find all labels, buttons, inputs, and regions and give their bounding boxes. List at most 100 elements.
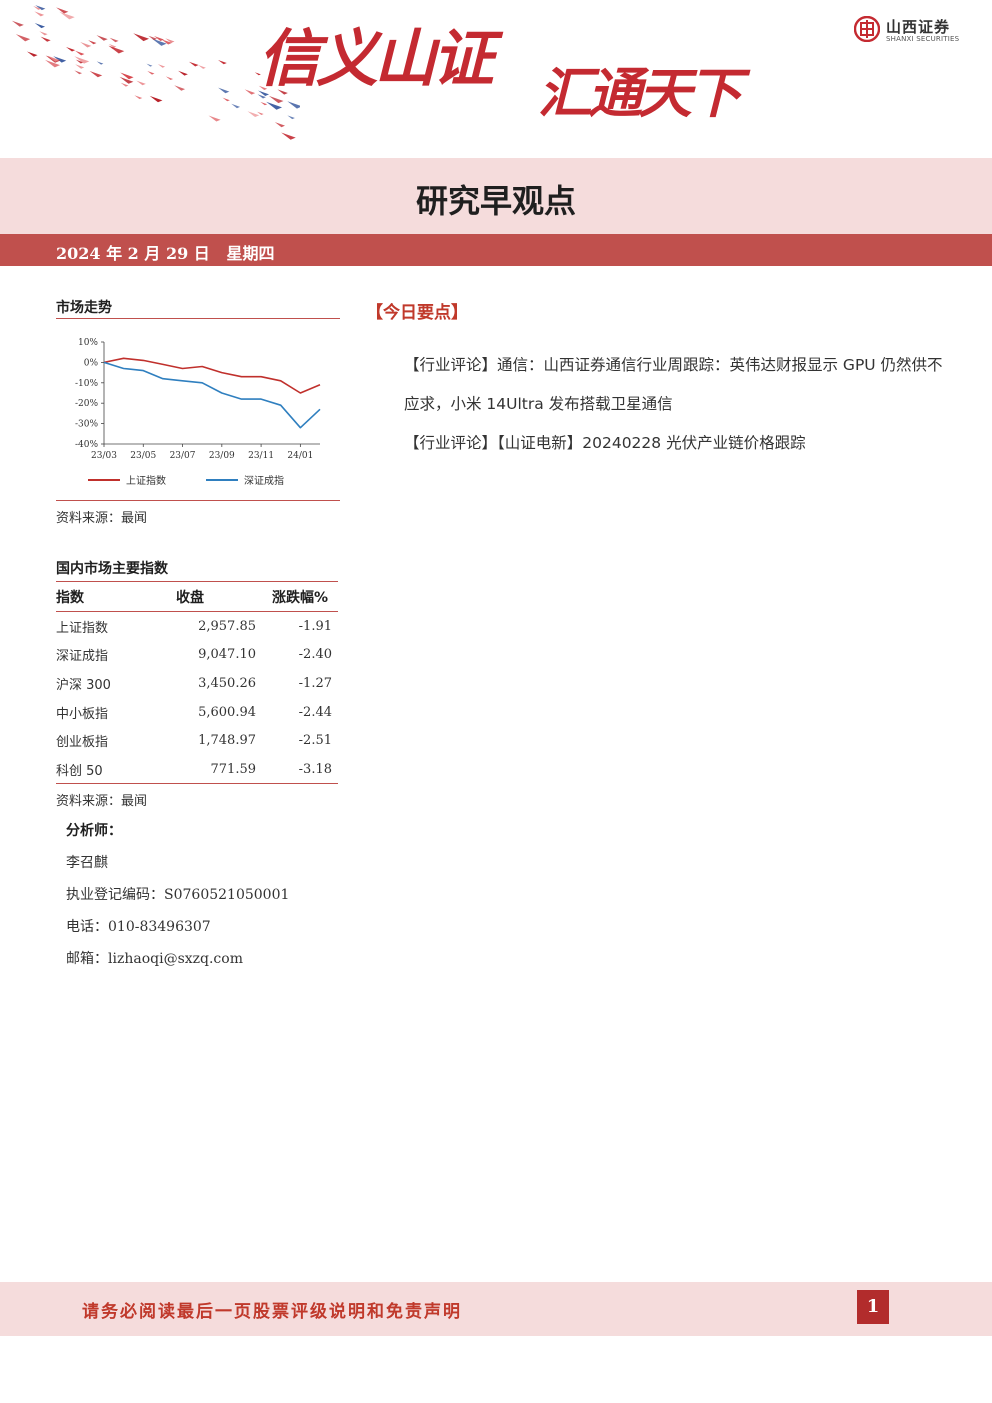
flying-birds-decoration (11, 5, 300, 140)
divider (56, 581, 338, 582)
chart-legend: 上证指数 深证成指 (88, 474, 284, 487)
bird-shape (26, 51, 38, 57)
index-name: 中小板指 (56, 706, 109, 722)
x-tick-label: 23/11 (248, 451, 274, 461)
highlight-link[interactable]: 【行业评论】通信：山西证券通信行业周跟踪：英伟达财报显示 GPU 仍然供不应求，… (404, 356, 943, 413)
index-close: 1,748.97 (198, 733, 256, 749)
index-name: 沪深 300 (56, 677, 111, 693)
bird-shape (66, 46, 76, 52)
bird-shape (96, 35, 108, 41)
analyst-label: 分析师： (66, 823, 122, 839)
legend-label: 上证指数 (126, 474, 166, 487)
y-tick-label: -40% (75, 440, 98, 450)
highlights-list: 【行业评论】通信：山西证券通信行业周跟踪：英伟达财报显示 GPU 仍然供不应求，… (404, 346, 944, 463)
y-tick-label: 0% (84, 358, 99, 368)
registration-label: 执业登记编码： (66, 887, 164, 903)
bird-shape (257, 111, 264, 115)
bird-shape (188, 61, 199, 67)
index-change: -2.40 (298, 647, 332, 663)
email-label: 邮箱： (66, 951, 108, 967)
table-row: 中小板指 5,600.94 -2.44 (56, 698, 338, 727)
bird-shape (146, 63, 153, 67)
highlight-item[interactable]: 【行业评论】通信：山西证券通信行业周跟踪：英伟达财报显示 GPU 仍然供不应求，… (404, 346, 944, 424)
bird-shape (136, 80, 146, 86)
bird-shape (59, 11, 75, 20)
bird-shape (208, 115, 221, 122)
bird-shape (34, 22, 46, 29)
y-tick-label: -10% (75, 379, 98, 389)
report-title: 研究早观点 (415, 182, 576, 220)
bird-shape (149, 95, 163, 103)
bird-shape (133, 33, 150, 42)
analyst-email: 邮箱：lizhaoqi@sxzq.com (66, 948, 346, 980)
table-row: 上证指数 2,957.85 -1.91 (56, 612, 338, 641)
bird-shape (56, 7, 69, 14)
index-close: 771.59 (210, 761, 257, 777)
table-source: 资料来源：最闻 (56, 794, 148, 809)
index-name: 科创 50 (56, 763, 103, 779)
market-trend-chart: 10% 0% -10% -20% -30% -40%23/03 23/05 23/07 23/0… (75, 338, 321, 487)
registration-code: S0760521050001 (164, 887, 290, 903)
table-row: 创业板指 1,748.97 -2.51 (56, 726, 338, 755)
bird-shape (134, 95, 143, 100)
x-tick-label: 23/09 (209, 451, 235, 461)
bird-shape (244, 89, 256, 95)
x-tick-label: 24/01 (287, 451, 313, 461)
index-close: 9,047.10 (198, 647, 256, 663)
bird-shape (218, 87, 230, 94)
index-change: -3.18 (298, 761, 332, 777)
bird-shape (222, 97, 230, 102)
bird-shape (281, 132, 296, 140)
index-change: -2.51 (298, 733, 332, 749)
logo-text-en: SHANXI SECURITIES (886, 35, 960, 43)
bird-shape (157, 64, 166, 68)
table-row: 深证成指 9,047.10 -2.40 (56, 641, 338, 670)
bird-shape (120, 82, 129, 87)
highlight-link[interactable]: 【行业评论】【山证电新】20240228 光伏产业链价格跟踪 (404, 434, 806, 452)
report-date: 2024 年 2 月 29 日 (56, 244, 210, 263)
indices-table: 指数 收盘 涨跌幅% 上证指数 2,957.85 -1.91 深证成指 9,047.10… (56, 583, 338, 784)
today-highlights-heading: 【今日要点】 (366, 303, 468, 323)
phone-number: 010-83496307 (108, 919, 211, 935)
index-name: 深证成指 (56, 649, 109, 665)
bird-shape (88, 40, 97, 45)
phone-label: 电话： (66, 919, 108, 935)
bird-shape (174, 85, 186, 91)
y-tick-label: -20% (75, 399, 98, 409)
table-row: 科创 50 771.59 -3.18 (56, 755, 338, 784)
y-tick-label: -30% (75, 420, 98, 430)
index-name: 上证指数 (56, 620, 109, 636)
bird-shape (287, 115, 295, 120)
market-trend-heading: 市场走势 (56, 300, 112, 316)
bird-shape (89, 71, 103, 78)
analyst-name: 李召麒 (66, 855, 108, 871)
bird-shape (178, 70, 188, 76)
company-logo: 山西证券 SHANXI SECURITIES (854, 16, 974, 46)
divider (56, 500, 340, 501)
index-close: 2,957.85 (198, 618, 256, 634)
x-tick-label: 23/07 (170, 451, 196, 461)
chart-series (103, 357, 321, 429)
bird-shape (109, 37, 119, 43)
disclaimer-notice: 请务必阅读最后一页股票评级说明和免责声明 (82, 1302, 462, 1322)
column-header-close: 收盘 (176, 583, 256, 612)
bird-shape (39, 31, 48, 36)
divider (56, 783, 338, 784)
email-address[interactable]: lizhaoqi@sxzq.com (108, 951, 243, 967)
bird-shape (34, 11, 45, 17)
report-date-line: 2024 年 2 月 29 日 星期四 (56, 240, 275, 264)
bird-shape (15, 34, 31, 42)
highlight-item[interactable]: 【行业评论】【山证电新】20240228 光伏产业链价格跟踪 (404, 424, 944, 463)
bird-shape (266, 101, 283, 110)
x-tick-label: 23/05 (130, 451, 156, 461)
divider (56, 318, 340, 319)
bird-shape (75, 50, 85, 56)
index-close: 3,450.26 (198, 675, 256, 691)
index-change: -1.91 (298, 618, 332, 634)
bird-shape (218, 59, 227, 65)
header-banner: 信义山证 汇通天下 山西证券 SHANXI SECURITIES (0, 0, 992, 158)
bird-shape (11, 20, 24, 27)
index-close: 5,600.94 (198, 704, 256, 720)
chart-axes: 10% 0% -10% -20% -30% -40%23/03 23/05 23/07 23/0… (75, 338, 320, 461)
analyst-info: 分析师： 李召麒 执业登记编码：S0760521050001 电话：010-83… (66, 820, 346, 980)
